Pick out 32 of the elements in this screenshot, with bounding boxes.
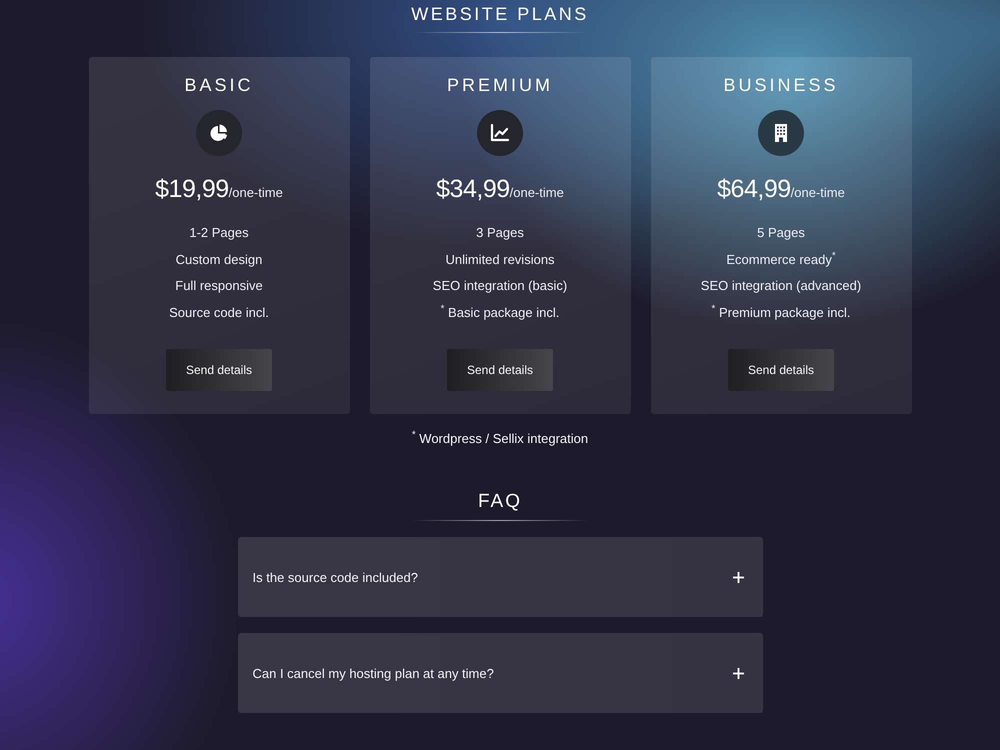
plan-feature: Ecommerce ready$^{*}$	[726, 252, 836, 266]
plan-feature: $^{*}$ Basic package incl.	[440, 304, 560, 320]
price-period: /one-time	[790, 185, 845, 200]
send-details-button[interactable]: Send details	[447, 349, 553, 391]
faq-item[interactable]: Is the source code included?	[238, 537, 762, 617]
plan-feature: SEO integration (basic)	[432, 278, 568, 293]
plan-price: $34,99	[436, 174, 510, 204]
footnote-text: $^{*}$ Wordpress / Sellix integration	[412, 431, 588, 447]
plan-feature: $^{*}$ Premium package incl.	[712, 304, 850, 320]
plan-feature: Source code incl.	[169, 304, 269, 320]
plan-feature: 5 Pages	[757, 225, 805, 240]
plan-feature: 1-2 Pages	[189, 225, 249, 240]
send-details-button[interactable]: Send details	[728, 349, 834, 391]
plan-name: PREMIUM	[447, 74, 553, 96]
faq-title: FAQ	[478, 491, 522, 513]
plan-feature: SEO integration (advanced)	[700, 278, 862, 293]
faq-item[interactable]: Can I cancel my hosting plan at any time?	[238, 633, 762, 713]
plan-price: $19,99	[155, 174, 229, 204]
plan-name: BASIC	[184, 74, 254, 96]
plan-feature: 3 Pages	[476, 225, 524, 240]
section-title: WEBSITE PLANS	[411, 3, 589, 25]
plan-name: BUSINESS	[723, 74, 839, 96]
price-period: /one-time	[228, 185, 283, 200]
line-chart-icon	[477, 110, 523, 156]
pie-chart-icon	[196, 110, 242, 156]
plan-price: $64,99	[717, 174, 791, 204]
plan-feature: Unlimited revisions	[445, 252, 555, 266]
plan-feature: Full responsive	[175, 278, 263, 293]
send-details-button[interactable]: Send details	[166, 349, 272, 391]
plan-feature: Custom design	[176, 252, 262, 266]
building-icon	[758, 110, 804, 156]
price-period: /one-time	[510, 185, 564, 200]
